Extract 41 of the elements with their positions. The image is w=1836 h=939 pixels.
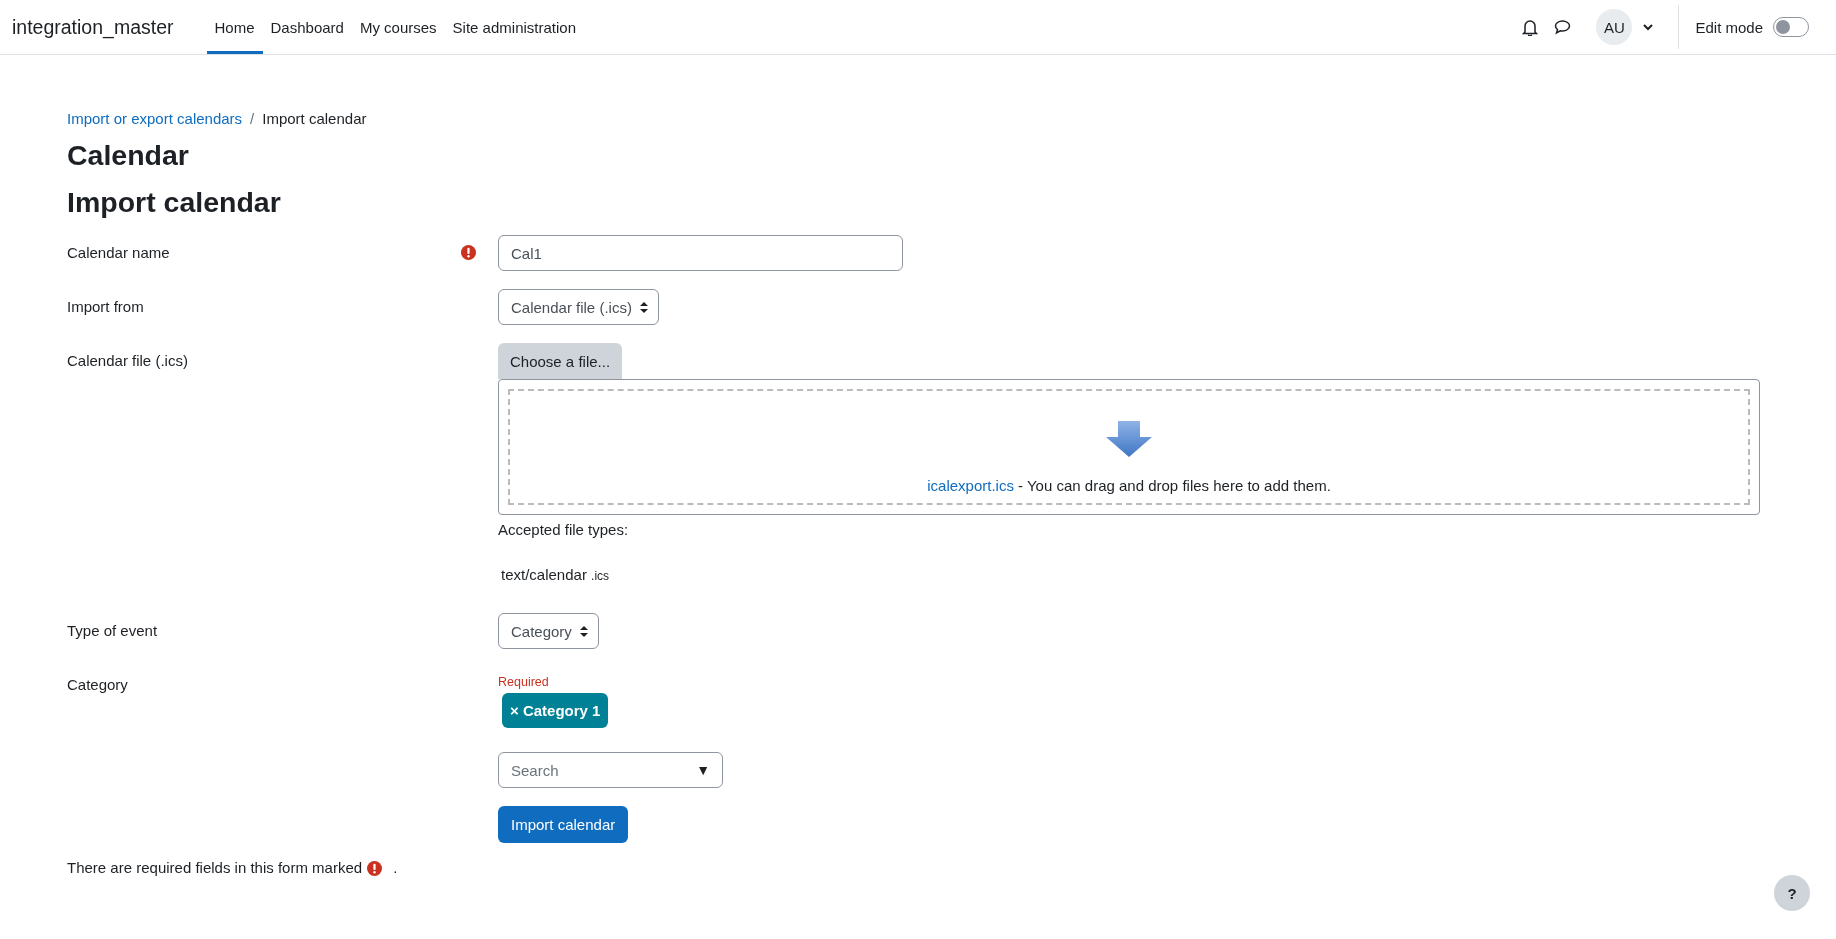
down-arrow-icon — [1106, 421, 1152, 457]
required-note: There are required fields in this form marked — [67, 859, 363, 876]
note-period: . — [393, 859, 398, 876]
page-title: Calendar — [67, 139, 190, 172]
breadcrumb-link[interactable]: Import or export calendars — [67, 110, 243, 127]
required-icon — [367, 860, 383, 876]
field-label: Calendar file (.ics) — [67, 352, 188, 369]
choose-file-button[interactable]: Choose a file... — [498, 343, 623, 379]
file-link[interactable]: icalexport.ics — [927, 477, 1014, 494]
file-type: text/calendar .ics — [501, 566, 610, 583]
bell-icon[interactable] — [1520, 17, 1541, 37]
nav-tab[interactable]: Dashboard — [262, 0, 352, 54]
import-calendar-button[interactable]: Import calendar — [498, 806, 629, 843]
nav-tab[interactable]: Home — [206, 0, 263, 54]
breadcrumb-current: Import calendar — [262, 110, 367, 127]
site-name[interactable]: integration_master — [12, 0, 174, 54]
nav-tab[interactable]: Site administration — [444, 0, 584, 54]
search-field[interactable]: Search ▼ — [498, 752, 723, 788]
help-button[interactable]: ? — [1774, 875, 1810, 911]
field-label: Category — [67, 676, 128, 693]
select-field[interactable]: Calendar file (.ics) — [498, 289, 659, 325]
select-field[interactable]: Category — [498, 613, 599, 649]
selected-tag[interactable]: × Category 1 — [502, 693, 609, 728]
text-field[interactable]: Cal1 — [498, 235, 903, 271]
user-avatar[interactable]: AU — [1596, 9, 1633, 45]
chat-bubble-icon[interactable] — [1552, 17, 1573, 37]
drop-zone[interactable]: icalexport.ics - You can drag and drop files here to add them. — [498, 379, 1760, 515]
edit-mode-switch[interactable] — [1773, 17, 1809, 37]
sort-icon — [639, 301, 648, 313]
dropdown-toggle[interactable]: ▼ — [696, 762, 710, 778]
field-label: Type of event — [67, 622, 158, 639]
field-label: Calendar name — [67, 244, 170, 261]
drop-instructions: icalexport.ics - You can drag and drop files here to add them. — [927, 477, 1331, 494]
accepted-types-label: Accepted file types: — [498, 521, 629, 538]
error-message: Required — [498, 675, 549, 689]
sort-icon — [579, 625, 588, 637]
edit-mode-label: Edit mode — [1695, 18, 1763, 36]
nav-tab[interactable]: My courses — [351, 0, 445, 54]
field-label: Import from — [67, 298, 144, 315]
breadcrumb-separator: / — [250, 110, 255, 127]
form-heading: Import calendar — [67, 186, 282, 219]
